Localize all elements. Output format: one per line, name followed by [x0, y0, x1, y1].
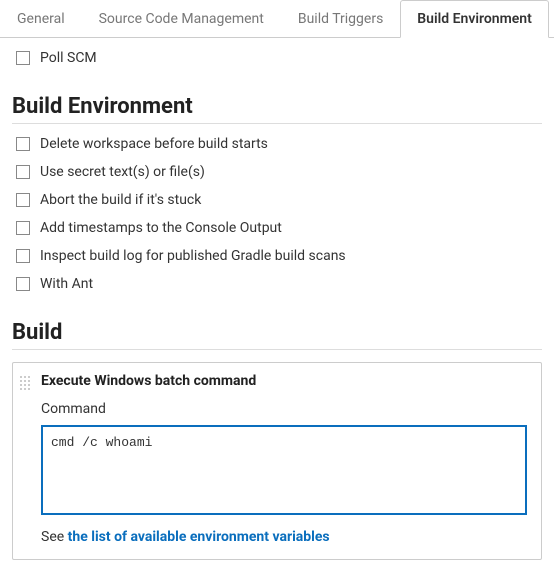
label-poll-scm[interactable]: Poll SCM: [40, 50, 97, 66]
command-label: Command: [41, 401, 527, 417]
build-triggers-partial: Poll SCM: [12, 44, 542, 72]
checkbox-row-use-secret: Use secret text(s) or file(s): [12, 158, 542, 186]
label-use-secret[interactable]: Use secret text(s) or file(s): [40, 164, 205, 180]
config-content: Poll SCM Build Environment Delete worksp…: [0, 44, 554, 572]
help-prefix: See: [41, 529, 68, 545]
drag-handle-icon[interactable]: [19, 375, 31, 391]
checkbox-use-secret[interactable]: [16, 165, 30, 179]
section-heading-build: Build: [12, 320, 542, 350]
label-abort-stuck[interactable]: Abort the build if it's stuck: [40, 192, 201, 208]
build-environment-options: Delete workspace before build starts Use…: [12, 130, 542, 298]
tab-scm[interactable]: Source Code Management: [82, 0, 281, 37]
label-timestamps[interactable]: Add timestamps to the Console Output: [40, 220, 282, 236]
build-step-execute-windows-batch: Execute Windows batch command Command Se…: [12, 362, 542, 560]
tab-general[interactable]: General: [0, 0, 82, 37]
checkbox-with-ant[interactable]: [16, 277, 30, 291]
label-with-ant[interactable]: With Ant: [40, 276, 93, 292]
checkbox-row-poll-scm: Poll SCM: [12, 44, 542, 72]
tab-triggers[interactable]: Build Triggers: [281, 0, 400, 37]
tab-build-environment[interactable]: Build Environment: [400, 0, 549, 38]
label-gradle-scans[interactable]: Inspect build log for published Gradle b…: [40, 248, 346, 264]
command-textarea[interactable]: [41, 425, 527, 515]
help-text: See the list of available environment va…: [41, 529, 527, 545]
checkbox-abort-stuck[interactable]: [16, 193, 30, 207]
label-delete-workspace[interactable]: Delete workspace before build starts: [40, 136, 268, 152]
checkbox-row-delete-workspace: Delete workspace before build starts: [12, 130, 542, 158]
checkbox-row-timestamps: Add timestamps to the Console Output: [12, 214, 542, 242]
build-step-title: Execute Windows batch command: [41, 373, 527, 389]
checkbox-delete-workspace[interactable]: [16, 137, 30, 151]
checkbox-poll-scm[interactable]: [16, 51, 30, 65]
checkbox-row-abort-stuck: Abort the build if it's stuck: [12, 186, 542, 214]
checkbox-row-gradle-scans: Inspect build log for published Gradle b…: [12, 242, 542, 270]
section-heading-build-environment: Build Environment: [12, 94, 542, 124]
config-tabs: General Source Code Management Build Tri…: [0, 0, 554, 38]
checkbox-gradle-scans[interactable]: [16, 249, 30, 263]
checkbox-timestamps[interactable]: [16, 221, 30, 235]
checkbox-row-with-ant: With Ant: [12, 270, 542, 298]
env-vars-link[interactable]: the list of available environment variab…: [68, 529, 330, 545]
